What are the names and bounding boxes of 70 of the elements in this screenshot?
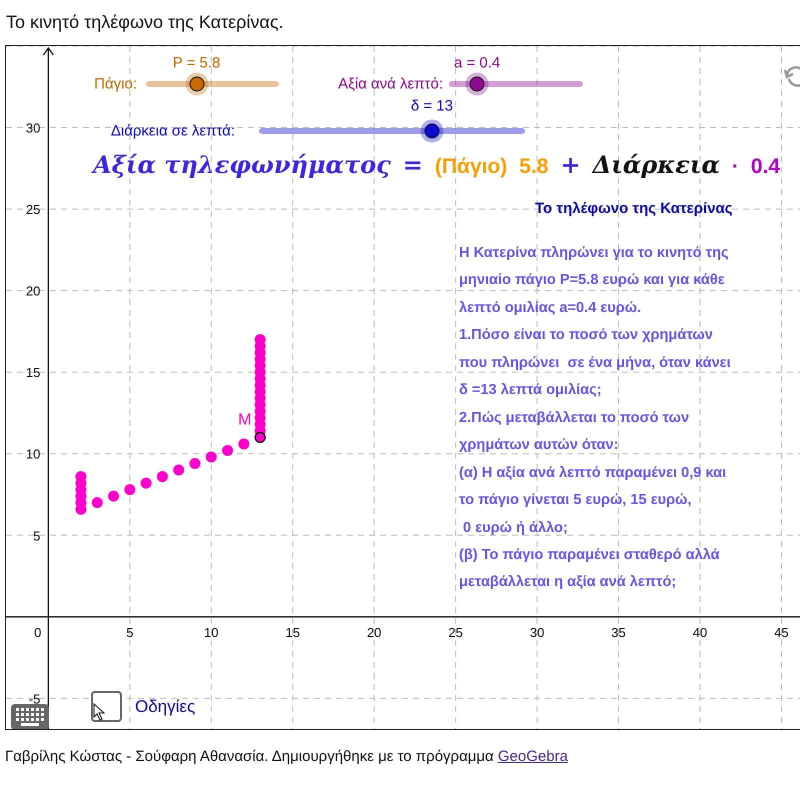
cursor-icon (93, 703, 105, 721)
axis-tick-label: 5 (126, 624, 134, 640)
formula-term: Αξία τηλεφωνήματος (93, 150, 391, 179)
axis-tick-label: 40 (692, 624, 708, 640)
credits-text: Γαβρίλης Κώστας - Σούφαρη Αθανασία. Δημιουργήθηκε με το πρόγραμμα GeoGebra (5, 748, 569, 765)
axis-tick-label: 25 (448, 624, 463, 640)
formula-term: · (732, 155, 739, 179)
problem-text-line: (β) Το πάγιο παραμένει σταθερό αλλά (459, 546, 721, 565)
axis-tick-label: 5 (33, 528, 40, 544)
formula-term: (Πάγιο) (434, 155, 508, 179)
problem-text-line: 0 ευρώ ή άλλο; (462, 518, 569, 538)
page-title: Το κινητό τηλέφωνο της Κατερίνας. (6, 12, 284, 34)
formula-term: + (560, 150, 581, 179)
geogebra-link[interactable]: GeoGebra (498, 748, 568, 765)
problem-text-line: που πληρώνει σε ένα μήνα, όταν κάνει (459, 354, 731, 373)
point[interactable] (254, 432, 266, 444)
slider-thumb[interactable] (470, 76, 485, 92)
axis-tick-label: 30 (26, 120, 40, 136)
problem-text-line: (α) Η αξία ανά λεπτό παραμένει 0,9 και (459, 464, 728, 483)
problem-heading: Το τηλέφωνο της Κατερίνας (535, 200, 733, 217)
trace-point (75, 471, 86, 482)
problem-text-line: 1.Πόσο είναι το ποσό των χρημάτων (459, 326, 714, 346)
axis-tick-label: 35 (611, 624, 626, 640)
axis-tick-label: -5 (28, 691, 40, 706)
slider-value: a = 0.4 (454, 54, 500, 72)
problem-text-line: 2.Πώς μεταβάλλεται το ποσό των (459, 408, 690, 428)
slider-label: Αξία ανά λεπτό: (338, 76, 443, 92)
trace-point (254, 334, 266, 346)
problem-text-line: δ =13 λεπτά ομιλίας; (459, 381, 603, 400)
trace-point (140, 478, 152, 489)
slider-value: P = 5.8 (172, 54, 220, 72)
axis-tick-label: 10 (204, 624, 218, 640)
slider-thumb[interactable] (424, 124, 440, 138)
trace-point (206, 452, 217, 462)
trace-point (189, 458, 200, 470)
point-label: M (238, 411, 252, 428)
trace-point (124, 484, 136, 496)
slider-label: Πάγιο: (94, 76, 137, 92)
problem-text-line: μεταβάλλεται η αξία ανά λεπτό; (459, 573, 678, 592)
formula-term: 5.8 (519, 155, 548, 179)
problem-text-line: Η Κατερίνα πληρώνει για το κινητό της (459, 244, 730, 263)
formula-term: 0.4 (750, 155, 780, 179)
axis-tick-label: 10 (26, 446, 40, 462)
axis-tick-label: 25 (26, 202, 40, 218)
slider-value: δ = 13 (410, 98, 453, 114)
axis-tick-label: 15 (26, 365, 40, 380)
checkbox[interactable] (91, 691, 122, 722)
checkbox-label[interactable]: Οδηγίες (135, 697, 196, 717)
trace-point (156, 471, 168, 482)
problem-text-line: το πάγιο γίνεται 5 ευρώ, 15 ευρώ, (459, 491, 693, 510)
slider-thumb[interactable] (189, 76, 204, 92)
reset-icon[interactable] (784, 64, 800, 90)
problem-text-line: μηνιαίο πάγιο P=5.8 ευρώ και για κάθε (459, 271, 726, 290)
formula-term: Διάρκεια (592, 150, 720, 179)
slider-label: Διάρκεια σε λεπτά: (110, 122, 235, 140)
axis-tick-label: 20 (366, 624, 382, 640)
axis-tick-label: 30 (530, 624, 544, 640)
trace-point (222, 444, 234, 456)
problem-text-line: χρημάτων αυτών όταν: (459, 436, 620, 456)
trace-point (238, 438, 250, 450)
trace-point (173, 464, 184, 476)
axis-tick-label: 20 (26, 284, 40, 299)
formula-term: = (402, 150, 423, 179)
trace-point (108, 490, 120, 502)
axis-tick-label: 15 (285, 624, 300, 640)
trace-point (92, 497, 103, 508)
problem-text-line: λεπτό ομιλίας a=0.4 ευρώ. (459, 298, 642, 318)
axis-tick-label: 45 (774, 624, 789, 640)
origin-label: 0 (34, 624, 42, 640)
keyboard-icon[interactable] (11, 704, 49, 729)
